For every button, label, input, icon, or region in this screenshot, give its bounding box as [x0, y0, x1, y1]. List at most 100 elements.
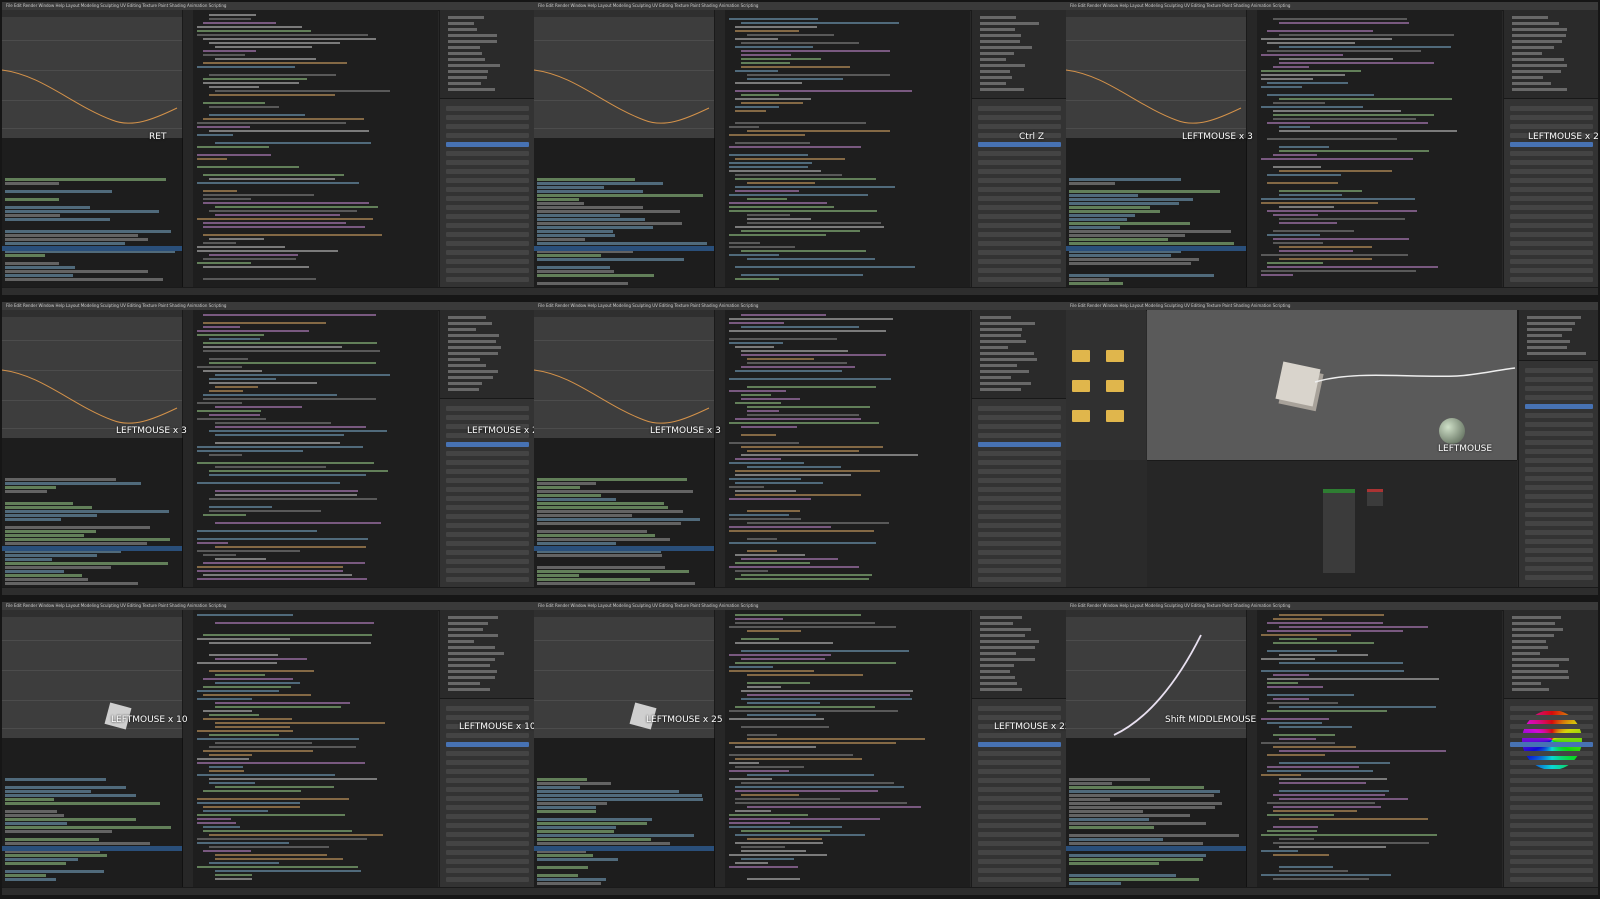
property-row[interactable] — [446, 451, 529, 456]
properties-panel[interactable] — [971, 10, 1066, 288]
outliner-row[interactable] — [1527, 328, 1572, 331]
outliner-row[interactable] — [448, 364, 487, 367]
property-row[interactable] — [978, 550, 1061, 555]
properties-panel[interactable] — [1503, 10, 1598, 288]
outliner-row[interactable] — [980, 70, 1011, 73]
property-row[interactable] — [446, 196, 529, 201]
property-row[interactable] — [1525, 539, 1593, 544]
property-row[interactable] — [978, 469, 1061, 474]
outliner-row[interactable] — [980, 628, 1032, 631]
property-row[interactable] — [446, 460, 529, 465]
property-row[interactable] — [978, 169, 1061, 174]
property-row[interactable] — [1525, 377, 1593, 382]
outliner[interactable] — [440, 610, 534, 699]
outliner-row[interactable] — [1512, 64, 1568, 67]
outliner-row[interactable] — [980, 646, 1036, 649]
property-row[interactable] — [978, 760, 1061, 765]
property-row[interactable] — [978, 577, 1061, 582]
property-row[interactable] — [978, 487, 1061, 492]
folder-icon[interactable] — [1072, 350, 1090, 362]
property-row[interactable] — [978, 151, 1061, 156]
property-row[interactable] — [1525, 512, 1593, 517]
properties-panel[interactable] — [1518, 310, 1598, 588]
outliner-row[interactable] — [980, 676, 1016, 679]
outliner-row[interactable] — [1512, 652, 1540, 655]
outliner-row[interactable] — [980, 652, 1017, 655]
property-row[interactable] — [446, 541, 529, 546]
text-editor[interactable] — [715, 10, 970, 288]
python-console[interactable] — [2, 438, 183, 588]
outliner[interactable] — [1504, 610, 1598, 699]
property-row[interactable] — [978, 514, 1061, 519]
outliner-row[interactable] — [448, 34, 497, 37]
property-row[interactable] — [978, 259, 1061, 264]
property-row[interactable] — [978, 196, 1061, 201]
properties-panel[interactable] — [439, 310, 534, 588]
property-row[interactable] — [1525, 440, 1593, 445]
outliner[interactable] — [972, 610, 1066, 699]
property-row[interactable] — [978, 868, 1061, 873]
outliner-row[interactable] — [448, 46, 481, 49]
property-row[interactable] — [446, 706, 529, 711]
text-editor[interactable] — [715, 310, 970, 588]
top-menu[interactable]: File Edit Render Window Help Layout Mode… — [538, 603, 758, 608]
python-console[interactable] — [534, 138, 715, 288]
text-editor[interactable] — [715, 610, 970, 888]
folder-icon[interactable] — [1106, 350, 1124, 362]
property-row[interactable] — [1510, 778, 1593, 783]
outliner-row[interactable] — [1512, 628, 1563, 631]
property-row[interactable] — [446, 850, 529, 855]
python-console[interactable] — [2, 738, 183, 888]
property-row[interactable] — [978, 277, 1061, 282]
outliner-row[interactable] — [448, 682, 480, 685]
outliner-row[interactable] — [1512, 52, 1543, 55]
outliner-row[interactable] — [980, 334, 1022, 337]
outliner[interactable] — [1519, 310, 1598, 361]
property-row[interactable] — [446, 178, 529, 183]
property-row[interactable] — [978, 715, 1061, 720]
property-row[interactable] — [1510, 223, 1593, 228]
outliner-row[interactable] — [1527, 322, 1575, 325]
property-row[interactable] — [446, 559, 529, 564]
property-row[interactable] — [1510, 706, 1593, 711]
properties-panel[interactable] — [971, 610, 1066, 888]
property-row[interactable] — [1510, 214, 1593, 219]
property-row[interactable] — [978, 706, 1061, 711]
property-row[interactable] — [446, 241, 529, 246]
property-row[interactable] — [446, 523, 529, 528]
outliner-row[interactable] — [448, 664, 490, 667]
property-row[interactable] — [1510, 724, 1593, 729]
properties-panel[interactable] — [439, 10, 534, 288]
property-row[interactable] — [978, 451, 1061, 456]
outliner-row[interactable] — [1512, 658, 1569, 661]
outliner[interactable] — [1504, 10, 1598, 99]
outliner-row[interactable] — [448, 82, 481, 85]
property-row[interactable] — [1525, 575, 1593, 580]
outliner-row[interactable] — [980, 88, 1024, 91]
python-console[interactable] — [1066, 738, 1247, 888]
top-menu[interactable]: File Edit Render Window Help Layout Mode… — [6, 603, 226, 608]
3d-viewport[interactable] — [2, 310, 183, 438]
property-row[interactable] — [978, 460, 1061, 465]
property-row[interactable] — [978, 142, 1061, 147]
outliner-row[interactable] — [448, 688, 491, 691]
text-editor[interactable] — [183, 310, 438, 588]
property-row[interactable] — [978, 559, 1061, 564]
outliner-row[interactable] — [448, 340, 496, 343]
outliner-row[interactable] — [1527, 334, 1562, 337]
outliner-row[interactable] — [1512, 82, 1552, 85]
property-row[interactable] — [1510, 178, 1593, 183]
properties-panel[interactable] — [971, 310, 1066, 588]
property-row[interactable] — [1510, 760, 1593, 765]
property-row[interactable] — [446, 205, 529, 210]
property-row[interactable] — [978, 787, 1061, 792]
outliner-row[interactable] — [448, 622, 489, 625]
property-row[interactable] — [978, 424, 1061, 429]
outliner-row[interactable] — [980, 34, 1021, 37]
outliner-row[interactable] — [980, 364, 1018, 367]
property-row[interactable] — [1525, 566, 1593, 571]
property-row[interactable] — [1510, 151, 1593, 156]
outliner-row[interactable] — [980, 64, 1025, 67]
property-row[interactable] — [446, 877, 529, 882]
python-console[interactable] — [534, 438, 715, 588]
